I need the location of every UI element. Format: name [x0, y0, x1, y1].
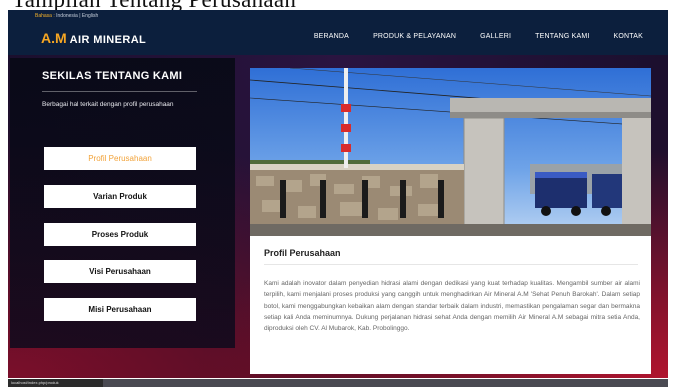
- sidebar-divider: [42, 91, 197, 92]
- language-label: Bahasa :: [35, 13, 55, 19]
- sidebar-item-misi-perusahaan[interactable]: Misi Perusahaan: [44, 298, 196, 321]
- sidebar-item-visi-perusahaan[interactable]: Visi Perusahaan: [44, 260, 196, 283]
- content-divider: [264, 264, 638, 265]
- company-building-photo: [250, 68, 651, 236]
- language-options[interactable]: Indonesia | English: [56, 13, 98, 19]
- content-card: Profil Perusahaan Kami adalah inovator d…: [250, 68, 651, 374]
- site-logo[interactable]: A.M AIR MINERAL: [41, 30, 146, 48]
- nav-item-tentang-kami[interactable]: TENTANG KAMI: [535, 33, 589, 40]
- sidebar-subtitle: Berbagai hal terkait dengan profil perus…: [42, 101, 174, 108]
- nav-item-beranda[interactable]: BERANDA: [314, 33, 349, 40]
- content-body: Kami adalah inovator dalam penyedian hid…: [264, 280, 640, 333]
- logo-mark: A.M: [41, 30, 67, 46]
- sidebar-item-profil-perusahaan[interactable]: Profil Perusahaan: [44, 147, 196, 170]
- sidebar-title: SEKILAS TENTANG KAMI: [42, 70, 183, 82]
- site-header: Bahasa : Indonesia | English A.M AIR MINE…: [8, 10, 668, 55]
- page-bottom-strip: [8, 379, 668, 387]
- nav-item-galleri[interactable]: GALLERI: [480, 33, 511, 40]
- sidebar-item-proses-produk[interactable]: Proses Produk: [44, 223, 196, 246]
- nav-item-produk-pelayanan[interactable]: PRODUK & PELAYANAN: [373, 33, 456, 40]
- logo-text: AIR MINERAL: [69, 34, 147, 46]
- nav-item-kontak[interactable]: KONTAK: [614, 33, 643, 40]
- content-title: Profil Perusahaan: [264, 248, 341, 258]
- about-sidebar: SEKILAS TENTANG KAMI Berbagai hal terkai…: [10, 58, 235, 348]
- language-switcher[interactable]: Bahasa : Indonesia | English: [35, 13, 98, 19]
- sidebar-item-varian-produk[interactable]: Varian Produk: [44, 185, 196, 208]
- main-nav: BERANDA PRODUK & PELAYANAN GALLERI TENTA…: [314, 33, 643, 40]
- browser-status-bar: localhost/index.php/produk: [8, 379, 103, 387]
